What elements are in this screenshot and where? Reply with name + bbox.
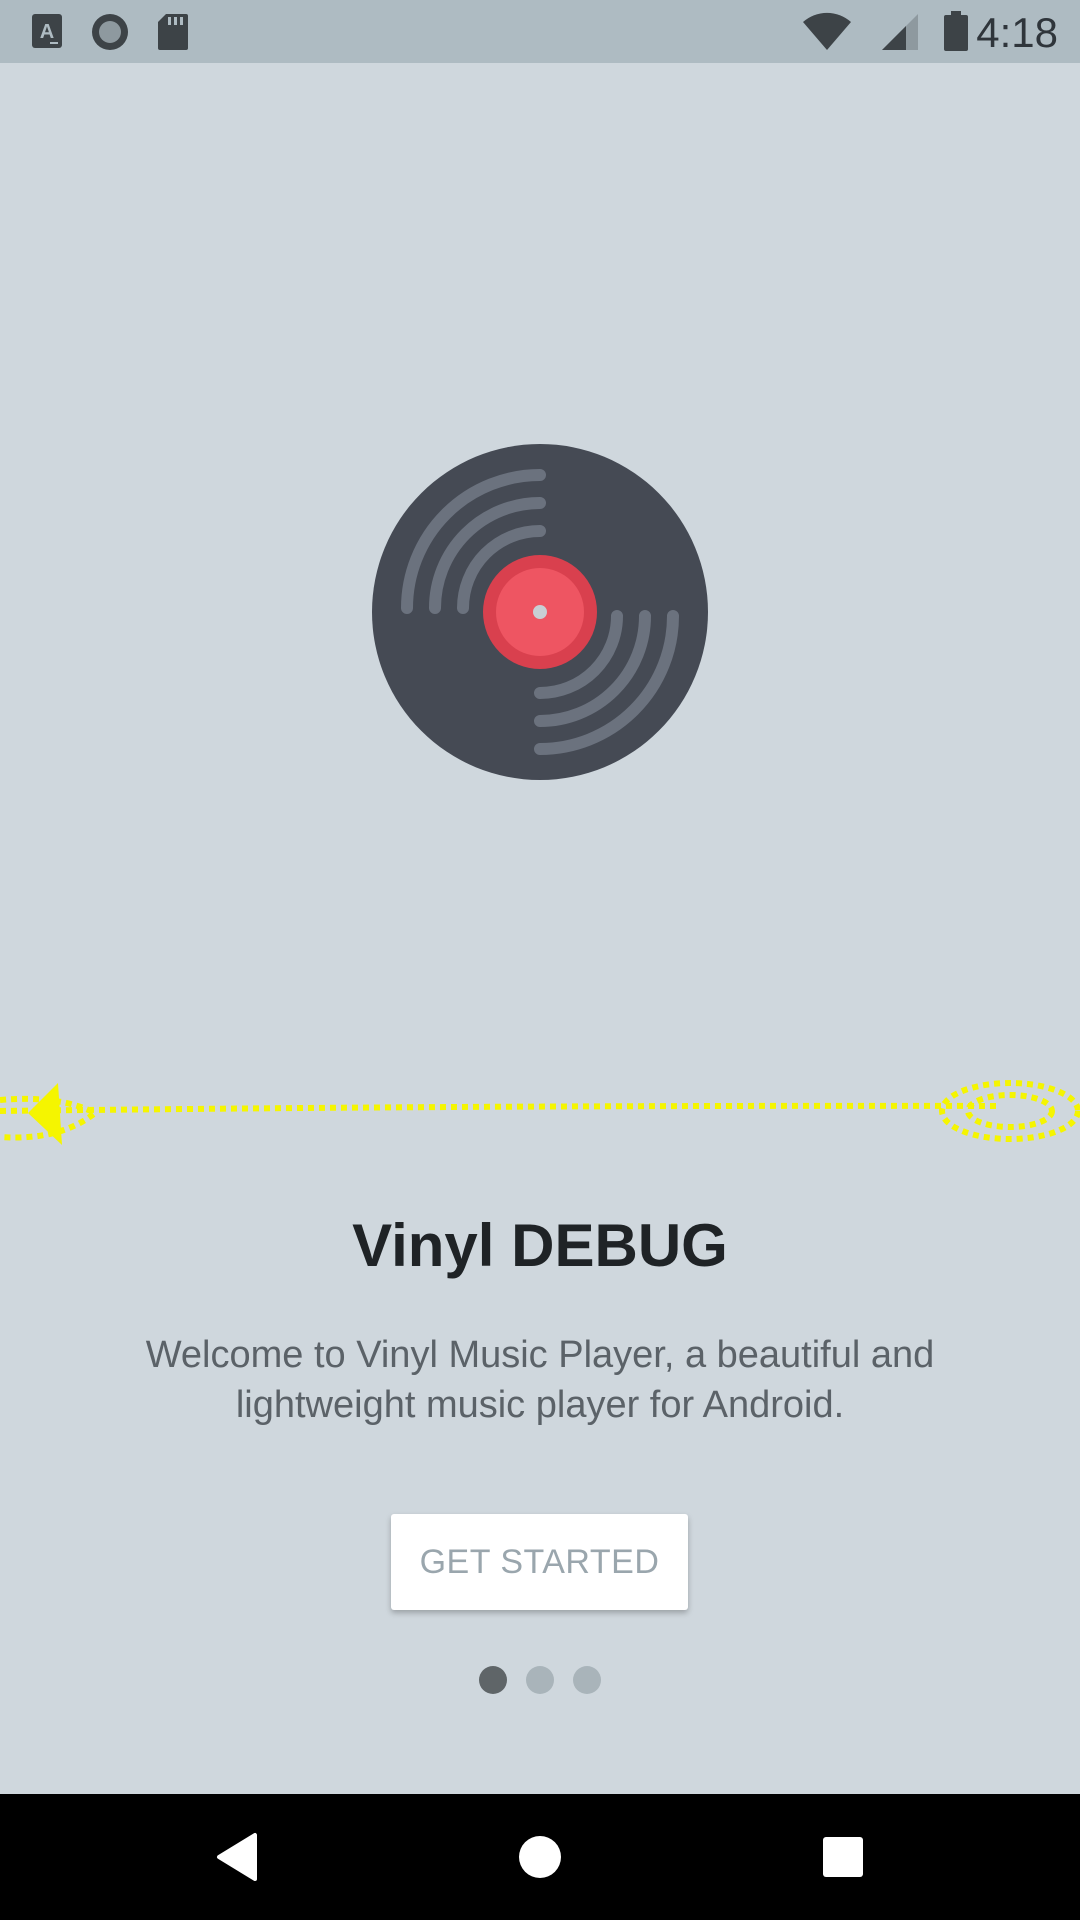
welcome-screen[interactable]: Vinyl DEBUG Welcome to Vinyl Music Playe…	[0, 63, 1080, 1794]
recents-icon	[823, 1837, 863, 1877]
back-icon	[217, 1833, 257, 1881]
wifi-icon	[802, 12, 852, 56]
page-dot-1[interactable]	[479, 1666, 507, 1694]
page-dot-2[interactable]	[526, 1666, 554, 1694]
home-icon	[519, 1836, 561, 1878]
get-started-button[interactable]: GET STARTED	[391, 1514, 688, 1610]
home-button[interactable]	[460, 1794, 620, 1920]
sd-card-icon	[156, 12, 190, 56]
svg-text:A: A	[40, 21, 54, 43]
back-button[interactable]	[157, 1794, 317, 1920]
record-icon	[90, 12, 130, 56]
status-bar: A 4:18	[0, 0, 1080, 63]
app-title: Vinyl DEBUG	[352, 1212, 728, 1279]
battery-icon	[942, 10, 970, 56]
status-time: 4:18	[976, 9, 1058, 56]
cellular-signal-icon	[880, 12, 920, 56]
gesture-trace-overlay	[0, 1080, 1080, 1145]
page-indicator	[0, 1666, 1080, 1696]
vinyl-record-icon	[372, 444, 708, 780]
welcome-description: Welcome to Vinyl Music Player, a beautif…	[145, 1334, 935, 1426]
navigation-bar	[0, 1794, 1080, 1920]
font-icon: A	[30, 12, 64, 54]
recents-button[interactable]	[763, 1794, 923, 1920]
page-dot-3[interactable]	[573, 1666, 601, 1694]
